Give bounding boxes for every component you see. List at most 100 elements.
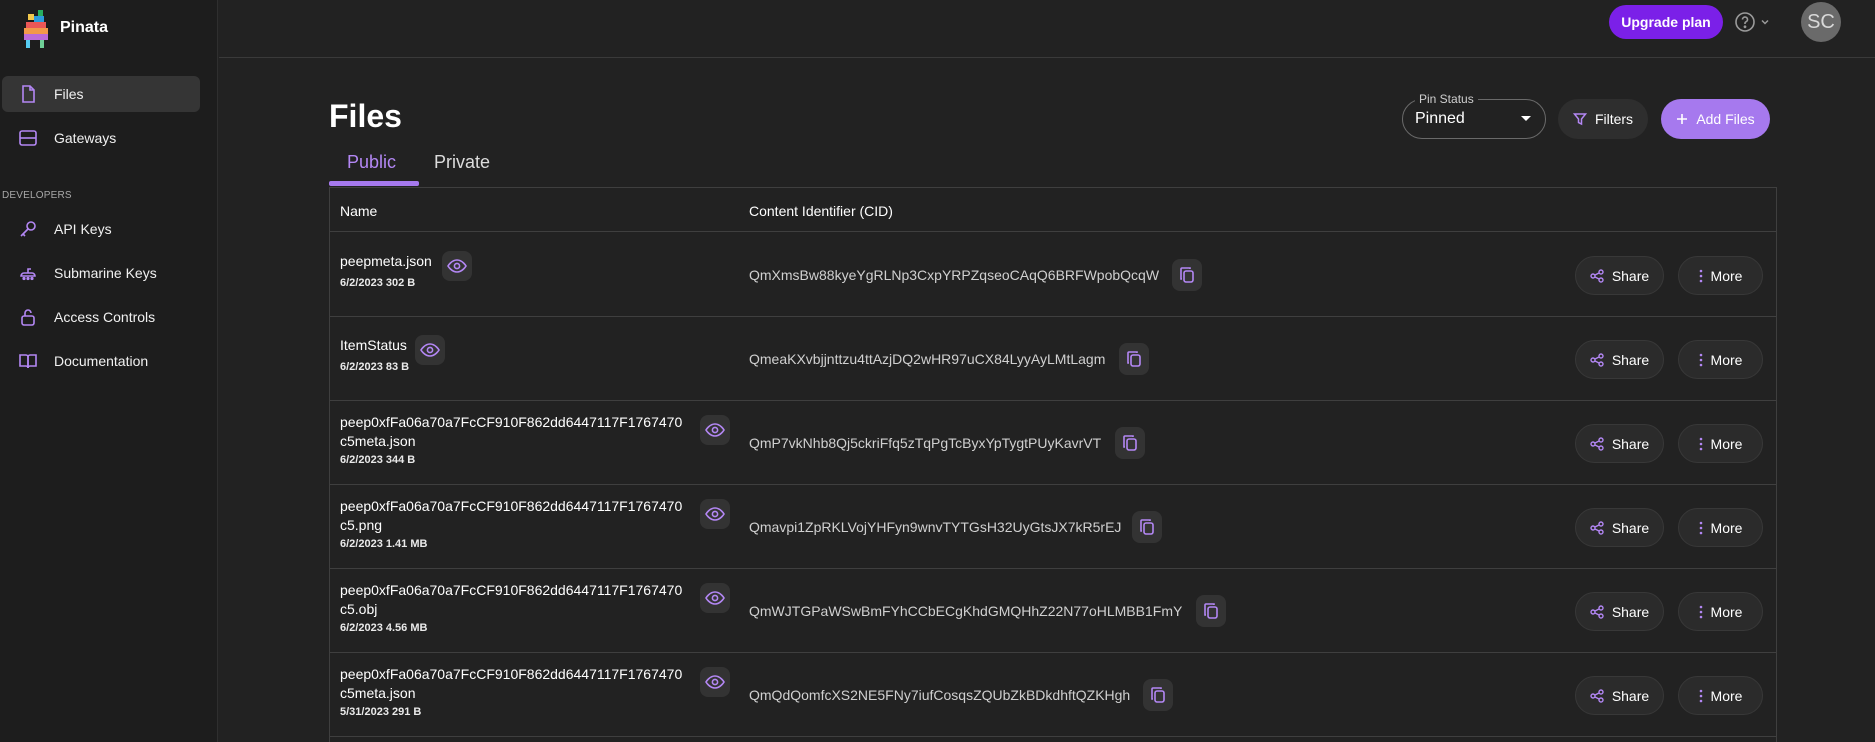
plus-icon	[1677, 114, 1688, 124]
cid-value[interactable]: Qmavpi1ZpRKLVojYHFyn9wnvTYTGsH32UyGtsJX7…	[749, 519, 1121, 535]
file-name[interactable]: peep0xfFa06a70a7FcCF910F862dd6447117F176…	[340, 581, 690, 619]
preview-button[interactable]	[700, 583, 730, 613]
table-row[interactable]: peep0xfFa06a70a7FcCF910F862dd6447117F176…	[330, 485, 1776, 569]
file-name[interactable]: peepmeta.json	[340, 252, 690, 271]
file-name-line: c5.obj	[340, 601, 378, 617]
file-name[interactable]: peep0xfFa06a70a7FcCF910F862dd6447117F176…	[340, 497, 690, 535]
book-icon	[19, 354, 37, 369]
copy-cid-button[interactable]	[1172, 259, 1202, 291]
table-row[interactable]: peep0xfFa06a70a7FcCF910F862dd6447117F176…	[330, 653, 1776, 737]
share-button[interactable]: Share	[1575, 676, 1664, 715]
table-header: Name Content Identifier (CID)	[330, 188, 1776, 232]
more-button[interactable]: More	[1678, 256, 1763, 295]
avatar[interactable]: SC	[1801, 2, 1841, 42]
eye-icon	[705, 507, 725, 521]
more-vertical-icon	[1699, 605, 1702, 618]
preview-button[interactable]	[700, 667, 730, 697]
sidebar-item-access-controls[interactable]: Access Controls	[2, 299, 200, 335]
share-icon	[1590, 352, 1604, 367]
preview-button[interactable]	[415, 335, 445, 365]
eye-icon	[705, 591, 725, 605]
file-name-line: c5.png	[340, 517, 383, 533]
share-button[interactable]: Share	[1575, 508, 1664, 547]
share-button[interactable]: Share	[1575, 256, 1664, 295]
file-meta: 6/2/2023 83 B	[340, 361, 410, 373]
table-row[interactable]: peepmeta.json 6/2/2023 302 B QmXmsBw88ky…	[330, 233, 1776, 317]
table-row[interactable]: ItemStatus 6/2/2023 83 B QmeaKXvbjjnttzu…	[330, 317, 1776, 401]
tab-public[interactable]: Public	[347, 152, 396, 173]
share-icon	[1590, 268, 1604, 283]
share-button[interactable]: Share	[1575, 340, 1664, 379]
cid-value[interactable]: QmP7vkNhb8Qj5ckriFfq5zTqPgTcByxYpTygtPUy…	[749, 435, 1101, 451]
file-name[interactable]: peep0xfFa06a70a7FcCF910F862dd6447117F176…	[340, 665, 690, 703]
preview-button[interactable]	[700, 499, 730, 529]
more-button[interactable]: More	[1678, 592, 1763, 631]
sidebar-item-api-keys[interactable]: API Keys	[2, 211, 200, 247]
share-button[interactable]: Share	[1575, 424, 1664, 463]
column-header-name[interactable]: Name	[340, 203, 377, 219]
share-label: Share	[1611, 519, 1650, 536]
cid-value[interactable]: QmXmsBw88kyeYgRLNp3CxpYRPZqseoCAqQ6BRFWp…	[749, 267, 1159, 283]
pin-status-select[interactable]: Pin Status Pinned	[1402, 92, 1546, 139]
more-label: More	[1710, 603, 1743, 620]
more-label: More	[1710, 687, 1743, 704]
copy-cid-button[interactable]	[1143, 679, 1173, 711]
preview-button[interactable]	[700, 415, 730, 445]
cid-value[interactable]: QmWJTGPaWSwBmFYhCCbECgKhdGMQHhZ22N77oHLM…	[749, 603, 1182, 619]
sidebar-item-submarine-keys[interactable]: Submarine Keys	[2, 255, 200, 291]
more-button[interactable]: More	[1678, 424, 1763, 463]
share-icon	[1590, 604, 1604, 619]
copy-cid-button[interactable]	[1132, 511, 1162, 543]
add-files-button[interactable]: Add Files	[1661, 99, 1770, 139]
files-table: Name Content Identifier (CID) peepmeta.j…	[329, 187, 1777, 742]
active-tab-indicator	[329, 181, 419, 186]
more-button[interactable]: More	[1678, 340, 1763, 379]
sidebar-item-label: Access Controls	[54, 309, 156, 325]
file-name[interactable]: ItemStatus	[340, 336, 690, 355]
file-name-line: c5meta.json	[340, 433, 416, 449]
tab-private[interactable]: Private	[434, 152, 490, 173]
table-row[interactable]: peep0xfFa06a70a7FcCF910F862dd6447117F176…	[330, 401, 1776, 485]
caret-down-icon	[1521, 116, 1531, 121]
copy-cid-button[interactable]	[1119, 343, 1149, 375]
lock-icon	[21, 309, 35, 326]
sidebar-item-documentation[interactable]: Documentation	[2, 343, 200, 379]
copy-icon	[1127, 351, 1141, 367]
gateway-icon	[19, 130, 37, 146]
sidebar-item-gateways[interactable]: Gateways	[2, 120, 200, 156]
file-name-line: peep0xfFa06a70a7FcCF910F862dd6447117F176…	[340, 582, 683, 598]
pin-status-label: Pin Status	[1415, 92, 1478, 106]
share-label: Share	[1611, 687, 1650, 704]
filter-icon	[1572, 113, 1587, 126]
share-icon	[1590, 520, 1604, 535]
cid-value[interactable]: QmQdQomfcXS2NE5FNy7iufCosqsZQUbZkBDkdhft…	[749, 687, 1130, 703]
upgrade-plan-button[interactable]: Upgrade plan	[1609, 5, 1723, 39]
preview-button[interactable]	[442, 251, 472, 281]
file-name[interactable]: peep0xfFa06a70a7FcCF910F862dd6447117F176…	[340, 413, 690, 451]
copy-cid-button[interactable]	[1115, 427, 1145, 459]
sidebar-item-files[interactable]: Files	[2, 76, 200, 112]
developers-section-label: DEVELOPERS	[2, 190, 72, 201]
cid-value[interactable]: QmeaKXvbjjnttzu4ttAzjDQ2wHR97uCX84LyyAyL…	[749, 351, 1105, 367]
more-vertical-icon	[1699, 689, 1702, 702]
help-icon	[1735, 12, 1755, 32]
more-button[interactable]: More	[1678, 508, 1763, 547]
file-meta: 6/2/2023 4.56 MB	[340, 622, 428, 634]
share-label: Share	[1611, 603, 1650, 620]
table-row[interactable]: peep0xfFa06a70a7FcCF910F862dd6447117F176…	[330, 569, 1776, 653]
copy-cid-button[interactable]	[1196, 595, 1226, 627]
file-name-line: c5meta.json	[340, 685, 416, 701]
more-label: More	[1710, 351, 1743, 368]
brand[interactable]: Pinata	[20, 6, 108, 50]
more-button[interactable]: More	[1678, 676, 1763, 715]
file-meta: 5/31/2023 291 B	[340, 706, 422, 718]
column-header-cid[interactable]: Content Identifier (CID)	[749, 203, 893, 219]
add-files-label: Add Files	[1696, 111, 1755, 127]
file-name-line: peep0xfFa06a70a7FcCF910F862dd6447117F176…	[340, 666, 683, 682]
help-menu[interactable]	[1734, 11, 1770, 33]
chevron-down-icon	[1761, 19, 1769, 25]
filters-button[interactable]: Filters	[1558, 99, 1648, 139]
sidebar-item-label: API Keys	[54, 221, 112, 237]
share-button[interactable]: Share	[1575, 592, 1664, 631]
copy-icon	[1204, 603, 1218, 619]
